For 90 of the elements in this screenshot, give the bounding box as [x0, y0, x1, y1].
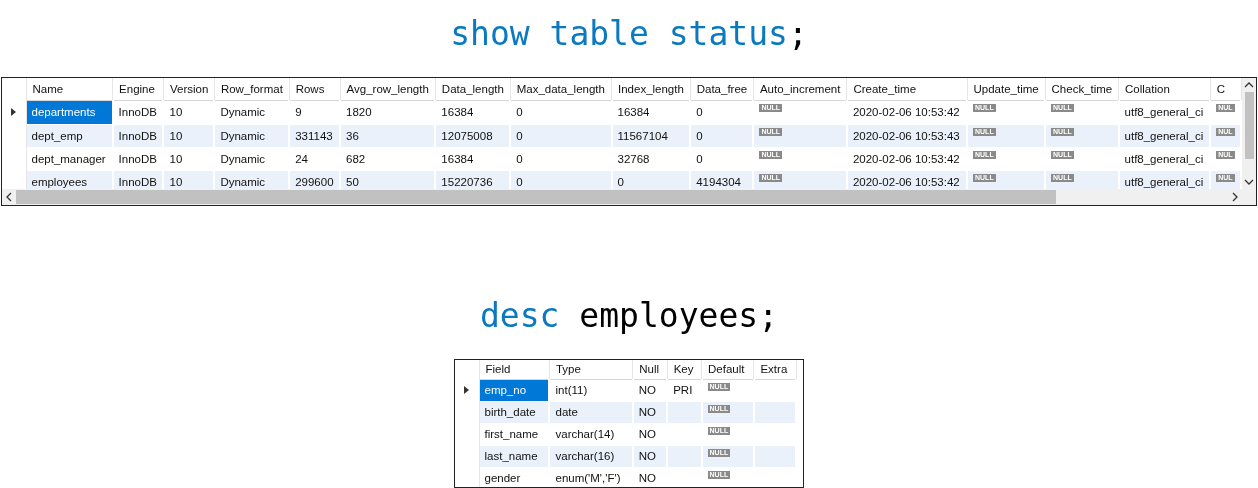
table-cell: InnoDB: [118, 152, 157, 165]
table-cell: 32768: [617, 152, 650, 165]
table-cell: utf8_general_ci: [1124, 106, 1204, 118]
column-header[interactable]: Data_free: [690, 78, 754, 100]
column-header[interactable]: Null: [632, 360, 668, 379]
table-cell: 2020-02-06 10:53:43: [852, 129, 960, 142]
scrollbar-thumb[interactable]: [1244, 92, 1254, 159]
column-header[interactable]: Name: [26, 78, 113, 100]
table-cell: NO: [638, 406, 656, 418]
table-cell: NO: [638, 384, 656, 396]
table-cell: 10: [169, 129, 183, 142]
scrollbar-thumb[interactable]: [16, 190, 1056, 204]
column-header[interactable]: C: [1210, 78, 1241, 100]
table-cell: 16384: [617, 106, 650, 118]
table-cell: 10: [169, 106, 183, 118]
column-header[interactable]: Engine: [112, 78, 164, 100]
column-header[interactable]: Extra: [753, 360, 796, 379]
table-cell: varchar(14): [555, 428, 615, 440]
table-cell: PRI: [673, 384, 693, 396]
column-header[interactable]: Version: [163, 78, 215, 100]
table-cell: 50: [346, 175, 359, 188]
column-header[interactable]: Rows: [289, 78, 341, 100]
table-cell: NO: [638, 428, 656, 440]
column-header[interactable]: Type: [549, 360, 633, 379]
column-header[interactable]: Row_format: [214, 78, 290, 100]
table-cell: InnoDB: [118, 106, 157, 118]
current-row-icon: [464, 386, 470, 394]
table-cell: 36: [346, 129, 359, 142]
horizontal-scrollbar[interactable]: [2, 189, 1242, 205]
table-cell: InnoDB: [118, 129, 157, 142]
table-cell: 1820: [346, 106, 372, 118]
column-header[interactable]: Max_data_length: [510, 78, 612, 100]
table-cell: Dynamic: [220, 175, 266, 188]
table-cell: 11567104: [617, 129, 668, 142]
table-cell: Dynamic: [220, 129, 266, 142]
table-cell: 2020-02-06 10:53:42: [852, 106, 960, 118]
table-cell: 4194304: [696, 175, 741, 188]
table-cell: 0: [516, 175, 523, 188]
column-header[interactable]: Auto_increment: [753, 78, 847, 100]
table-cell: 0: [516, 129, 523, 142]
table-cell: 0: [696, 129, 703, 142]
table-cell: 9: [295, 106, 302, 118]
column-header[interactable]: Data_length: [435, 78, 511, 100]
table-cell: NO: [638, 450, 656, 462]
table-cell: enum('M','F'): [555, 472, 621, 484]
table-cell: 0: [516, 152, 523, 165]
vertical-scrollbar[interactable]: [1242, 78, 1256, 189]
table-cell: 0: [617, 175, 624, 188]
column-header[interactable]: Default: [701, 360, 754, 379]
column-header[interactable]: Update_time: [967, 78, 1046, 100]
column-header[interactable]: Check_time: [1045, 78, 1119, 100]
current-row-icon: [11, 108, 17, 116]
table-cell: utf8_general_ci: [1124, 175, 1204, 188]
table-cell: 299600: [295, 175, 334, 188]
column-header[interactable]: Index_length: [611, 78, 691, 100]
table-cell[interactable]: dept_manager: [31, 152, 106, 165]
table-cell: varchar(16): [555, 450, 615, 462]
table-cell: date: [555, 406, 578, 418]
sql-keyword: desc: [480, 296, 560, 335]
table-cell: 24: [295, 152, 308, 165]
sql-keyword: show table status: [450, 14, 788, 53]
column-header[interactable]: Key: [667, 360, 702, 379]
sql-text: employees;: [578, 296, 778, 335]
table-cell: InnoDB: [118, 175, 157, 188]
table-cell: 682: [346, 152, 366, 165]
table-cell: 0: [516, 106, 523, 118]
table-cell: 16384: [441, 106, 474, 118]
table-cell: 331143: [295, 129, 333, 142]
table-cell[interactable]: first_name: [484, 428, 539, 440]
table-cell: Dynamic: [220, 152, 266, 165]
table-cell: 10: [169, 175, 183, 188]
column-header[interactable]: Field: [479, 360, 550, 379]
table-cell[interactable]: gender: [484, 472, 521, 484]
table-cell: 12075008: [441, 129, 493, 142]
table-cell: 2020-02-06 10:53:42: [852, 175, 960, 188]
table-cell: utf8_general_ci: [1124, 152, 1204, 165]
table-cell: 0: [696, 106, 703, 118]
table-cell: Dynamic: [220, 106, 266, 118]
column-header[interactable]: Avg_row_length: [340, 78, 436, 100]
column-header[interactable]: Collation: [1118, 78, 1211, 100]
table-cell: 15220736: [441, 175, 493, 188]
table-cell: 2020-02-06 10:53:42: [852, 152, 960, 165]
table-cell: int(11): [555, 384, 588, 396]
table-cell: utf8_general_ci: [1124, 129, 1204, 142]
table-cell: NO: [638, 472, 656, 484]
column-header[interactable]: Create_time: [846, 78, 967, 100]
sql-text: ;: [787, 14, 808, 53]
table-cell: 0: [696, 152, 703, 165]
table-cell: 16384: [441, 152, 474, 165]
table-cell: 10: [169, 152, 183, 165]
